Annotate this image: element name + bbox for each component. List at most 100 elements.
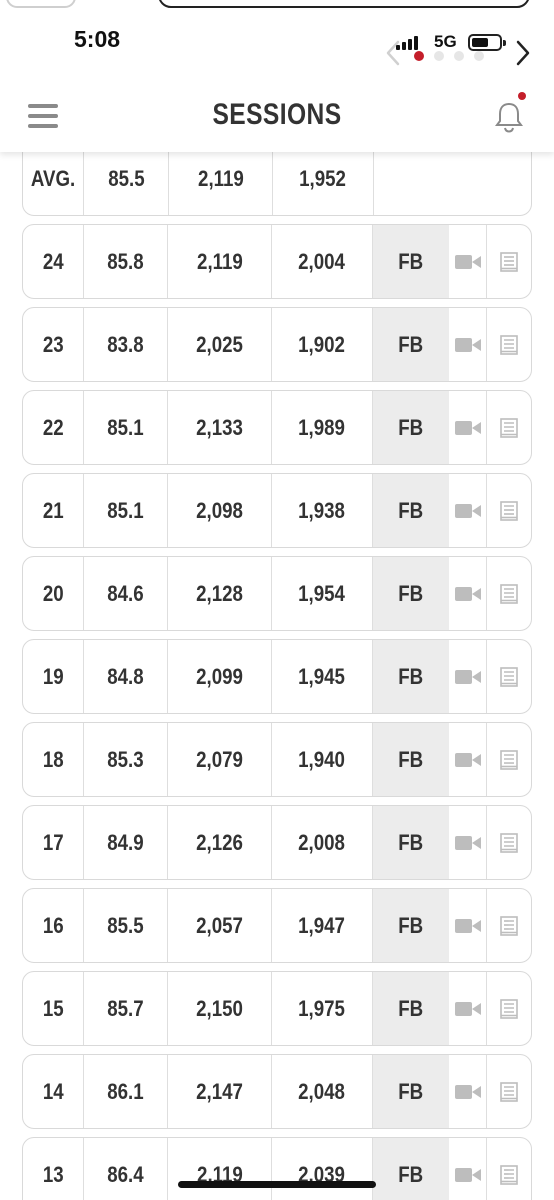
session-row[interactable]: 19 84.8 2,099 1,945 FB xyxy=(22,639,532,714)
session-value-3-cell: 1,954 xyxy=(272,557,373,630)
session-value-3-cell: 2,008 xyxy=(272,806,373,879)
notes-icon[interactable] xyxy=(487,308,531,381)
notes-icon[interactable] xyxy=(487,1055,531,1128)
notification-badge xyxy=(518,92,526,100)
session-value-3-cell: 2,004 xyxy=(272,225,373,298)
bell-icon[interactable] xyxy=(492,98,526,134)
status-bar: 5:08 5G xyxy=(0,0,554,86)
video-camera-icon[interactable] xyxy=(449,723,488,796)
session-tag-cell[interactable]: FB xyxy=(372,640,450,713)
session-number-cell: 21 xyxy=(23,474,84,547)
session-value-1-cell: 86.1 xyxy=(84,1055,169,1128)
session-number: 16 xyxy=(42,912,64,938)
session-value-1-cell: 84.6 xyxy=(84,557,169,630)
session-row[interactable]: 20 84.6 2,128 1,954 FB xyxy=(22,556,532,631)
session-value-2-cell: 2,098 xyxy=(168,474,273,547)
session-tag-cell[interactable]: FB xyxy=(372,474,450,547)
session-row[interactable]: 24 85.8 2,119 2,004 FB xyxy=(22,224,532,299)
session-tag: FB xyxy=(398,414,424,440)
avg-label: AVG. xyxy=(30,165,76,191)
session-value-3-cell: 1,902 xyxy=(272,308,373,381)
video-camera-icon[interactable] xyxy=(449,1138,488,1200)
video-camera-icon[interactable] xyxy=(449,889,488,962)
session-row[interactable]: 21 85.1 2,098 1,938 FB xyxy=(22,473,532,548)
session-tag: FB xyxy=(398,912,424,938)
notes-icon[interactable] xyxy=(487,889,531,962)
session-tag-cell[interactable]: FB xyxy=(372,723,450,796)
session-tag: FB xyxy=(398,995,424,1021)
session-value-2-cell: 2,150 xyxy=(168,972,273,1045)
session-value-1-cell: 85.1 xyxy=(84,474,169,547)
session-row[interactable]: 15 85.7 2,150 1,975 FB xyxy=(22,971,532,1046)
notes-icon[interactable] xyxy=(487,557,531,630)
notes-icon[interactable] xyxy=(487,972,531,1045)
session-value-1-cell: 84.8 xyxy=(84,640,169,713)
notes-icon[interactable] xyxy=(487,806,531,879)
session-value-2: 2,128 xyxy=(196,580,244,606)
home-indicator[interactable] xyxy=(178,1181,376,1188)
session-value-3-cell: 2,048 xyxy=(272,1055,373,1128)
session-value-1: 85.8 xyxy=(107,248,144,274)
session-value-2-cell: 2,119 xyxy=(168,225,273,298)
session-number: 18 xyxy=(42,746,64,772)
avg-empty-cell xyxy=(374,142,531,215)
session-value-2-cell: 2,099 xyxy=(168,640,273,713)
session-tag-cell[interactable]: FB xyxy=(372,557,450,630)
notes-icon[interactable] xyxy=(487,1138,531,1200)
session-value-2-cell: 2,126 xyxy=(168,806,273,879)
session-value-3: 2,004 xyxy=(298,248,346,274)
session-row[interactable]: 14 86.1 2,147 2,048 FB xyxy=(22,1054,532,1129)
overlay-pill xyxy=(158,0,530,8)
session-row[interactable]: 22 85.1 2,133 1,989 FB xyxy=(22,390,532,465)
notes-icon[interactable] xyxy=(487,723,531,796)
video-camera-icon[interactable] xyxy=(449,225,488,298)
session-tag-cell[interactable]: FB xyxy=(372,889,450,962)
session-value-2: 2,126 xyxy=(196,829,244,855)
session-value-1-cell: 85.1 xyxy=(84,391,169,464)
session-number-cell: 18 xyxy=(23,723,84,796)
session-tag-cell[interactable]: FB xyxy=(372,1055,450,1128)
notes-icon[interactable] xyxy=(487,474,531,547)
session-value-3-cell: 1,938 xyxy=(272,474,373,547)
session-row[interactable]: 16 85.5 2,057 1,947 FB xyxy=(22,888,532,963)
session-row[interactable]: 13 86.4 2,119 2,039 FB xyxy=(22,1137,532,1200)
session-value-1: 86.4 xyxy=(107,1161,144,1187)
session-value-3: 1,938 xyxy=(298,497,346,523)
session-value-1-cell: 83.8 xyxy=(84,308,169,381)
notes-icon[interactable] xyxy=(487,391,531,464)
session-row[interactable]: 18 85.3 2,079 1,940 FB xyxy=(22,722,532,797)
video-camera-icon[interactable] xyxy=(449,806,488,879)
session-tag: FB xyxy=(398,331,424,357)
session-tag-cell[interactable]: FB xyxy=(372,308,450,381)
session-row[interactable]: 17 84.9 2,126 2,008 FB xyxy=(22,805,532,880)
session-value-3: 1,945 xyxy=(298,663,346,689)
session-value-1: 85.7 xyxy=(107,995,144,1021)
session-tag-cell[interactable]: FB xyxy=(372,391,450,464)
session-number-cell: 24 xyxy=(23,225,84,298)
session-tag-cell[interactable]: FB xyxy=(372,1138,450,1200)
session-tag-cell[interactable]: FB xyxy=(372,972,450,1045)
signal-icon xyxy=(396,36,420,50)
session-value-2-cell: 2,057 xyxy=(168,889,273,962)
session-tag-cell[interactable]: FB xyxy=(372,806,450,879)
video-camera-icon[interactable] xyxy=(449,972,488,1045)
notes-icon[interactable] xyxy=(487,640,531,713)
page-dot xyxy=(454,51,464,61)
video-camera-icon[interactable] xyxy=(449,391,488,464)
session-value-2: 2,025 xyxy=(196,331,244,357)
video-camera-icon[interactable] xyxy=(449,1055,488,1128)
app-header: SESSIONS xyxy=(0,86,554,152)
session-tag-cell[interactable]: FB xyxy=(372,225,450,298)
video-camera-icon[interactable] xyxy=(449,640,488,713)
session-value-1: 86.1 xyxy=(107,1078,144,1104)
session-value-2: 2,079 xyxy=(196,746,244,772)
avg-value-2-cell: 2,119 xyxy=(169,142,273,215)
notes-icon[interactable] xyxy=(487,225,531,298)
session-row[interactable]: 23 83.8 2,025 1,902 FB xyxy=(22,307,532,382)
average-row: AVG. 85.5 2,119 1,952 xyxy=(22,141,532,216)
session-value-1: 85.5 xyxy=(107,912,144,938)
video-camera-icon[interactable] xyxy=(449,308,488,381)
chevron-right-icon[interactable] xyxy=(516,40,530,66)
video-camera-icon[interactable] xyxy=(449,557,488,630)
video-camera-icon[interactable] xyxy=(449,474,488,547)
